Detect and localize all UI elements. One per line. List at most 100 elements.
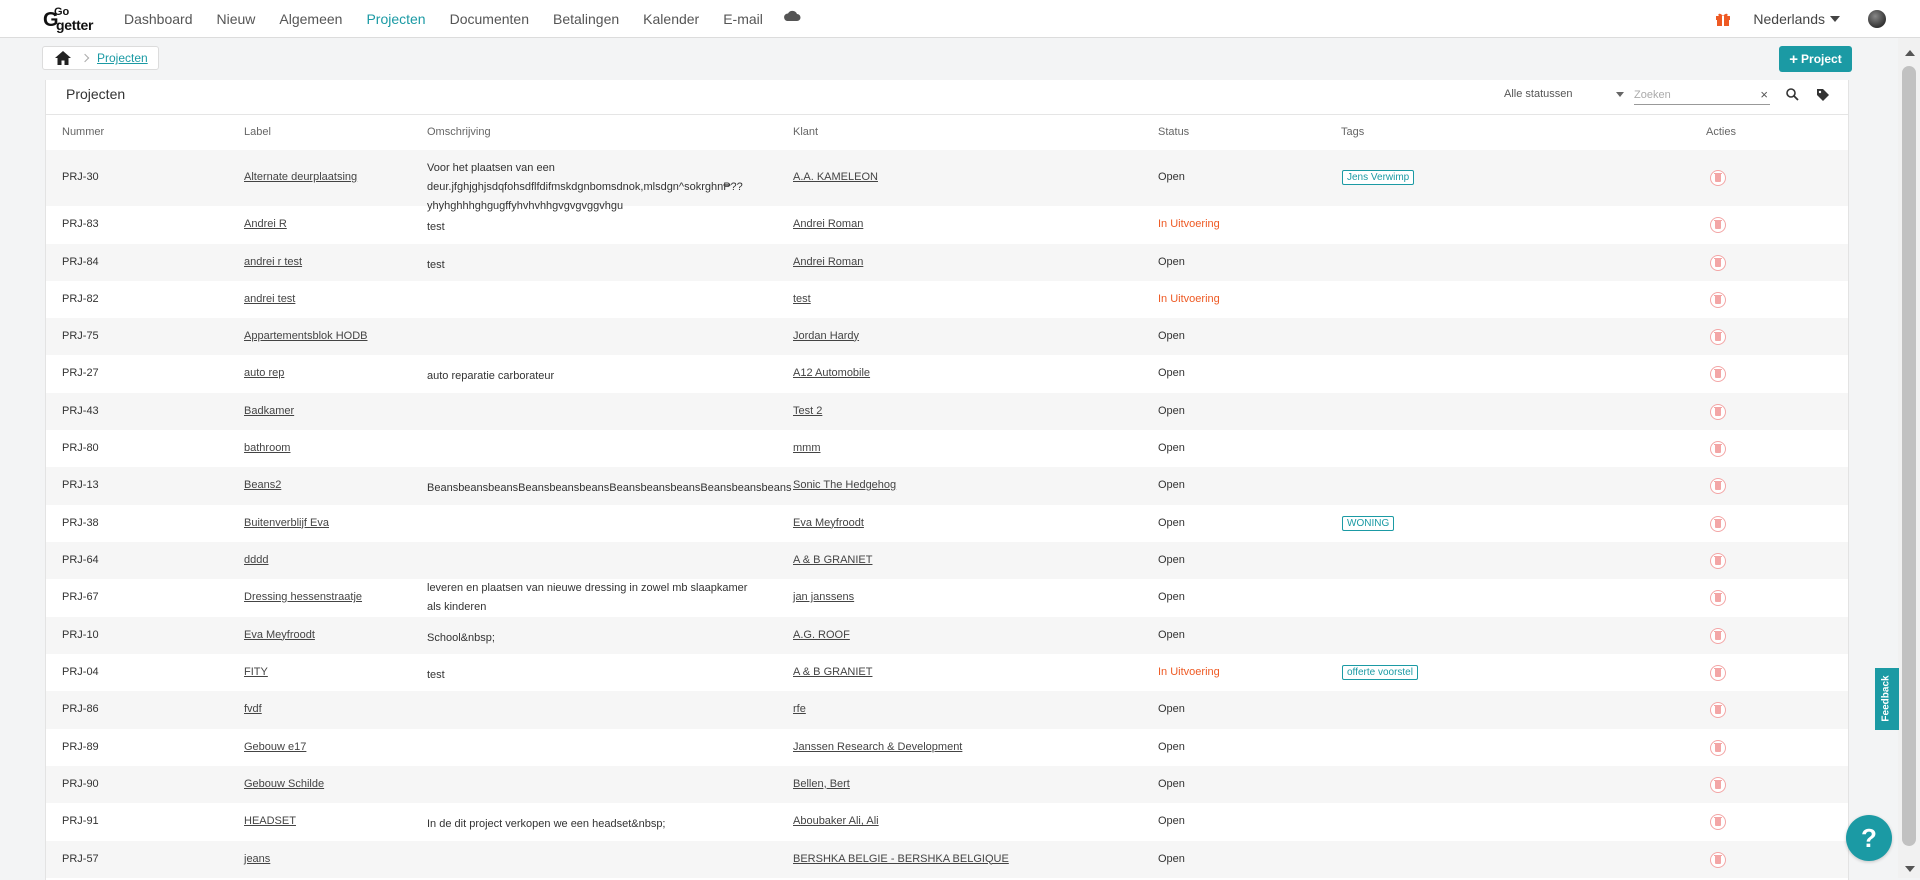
row-klant-link[interactable]: Andrei Roman bbox=[793, 218, 863, 230]
table-row[interactable]: PRJ-84 andrei r test test Andrei Roman Open bbox=[46, 244, 1848, 281]
row-klant-link[interactable]: A & B GRANIET bbox=[793, 666, 872, 678]
clear-search-icon[interactable]: × bbox=[1760, 87, 1768, 102]
row-klant-link[interactable]: Aboubaker Ali, Ali bbox=[793, 815, 879, 827]
row-klant-link[interactable]: A12 Automobile bbox=[793, 367, 870, 379]
delete-trash-icon[interactable] bbox=[1710, 664, 1726, 681]
table-row[interactable]: PRJ-86 fvdf rfe Open bbox=[46, 691, 1848, 729]
page-scrollbar[interactable] bbox=[1898, 38, 1920, 878]
row-klant-link[interactable]: Test 2 bbox=[793, 405, 822, 417]
breadcrumb-projecten[interactable]: Projecten bbox=[97, 51, 148, 65]
row-label-link[interactable]: bathroom bbox=[244, 442, 290, 454]
row-label-link[interactable]: Beans2 bbox=[244, 479, 281, 491]
add-project-button[interactable]: + Project bbox=[1779, 46, 1852, 72]
row-klant-link[interactable]: A & B GRANIET bbox=[793, 554, 872, 566]
row-klant-link[interactable]: Janssen Research & Development bbox=[793, 741, 962, 753]
row-klant-link[interactable]: Eva Meyfroodt bbox=[793, 517, 864, 529]
row-label-link[interactable]: Gebouw e17 bbox=[244, 741, 306, 753]
delete-trash-icon[interactable] bbox=[1710, 328, 1726, 345]
table-row[interactable]: PRJ-82 andrei test test In Uitvoering bbox=[46, 281, 1848, 318]
row-label-link[interactable]: Andrei R bbox=[244, 218, 287, 230]
row-klant-link[interactable]: jan janssens bbox=[793, 591, 854, 603]
row-klant-link[interactable]: test bbox=[793, 293, 811, 305]
col-omschrijving[interactable]: Omschrijving bbox=[427, 126, 491, 138]
row-label-link[interactable]: Buitenverblijf Eva bbox=[244, 517, 329, 529]
col-status[interactable]: Status bbox=[1158, 126, 1189, 138]
table-row[interactable]: PRJ-30 Alternate deurplaatsing Voor het pl… bbox=[46, 150, 1848, 212]
row-klant-link[interactable]: Sonic The Hedgehog bbox=[793, 479, 896, 491]
nav-algemeen[interactable]: Algemeen bbox=[279, 11, 342, 27]
nav-betalingen[interactable]: Betalingen bbox=[553, 11, 619, 27]
scroll-down-icon[interactable] bbox=[1905, 866, 1915, 872]
table-row[interactable]: PRJ-57 jeans BERSHKA BELGIE - BERSHKA BELG… bbox=[46, 841, 1848, 878]
table-row[interactable]: PRJ-83 Andrei R test Andrei Roman In Uitvoer… bbox=[46, 206, 1848, 244]
help-button[interactable]: ? bbox=[1846, 815, 1892, 861]
row-label-link[interactable]: Alternate deurplaatsing bbox=[244, 171, 357, 183]
row-klant-link[interactable]: Bellen, Bert bbox=[793, 778, 850, 790]
language-selector[interactable]: Nederlands bbox=[1753, 11, 1840, 27]
nav-documenten[interactable]: Documenten bbox=[450, 11, 529, 27]
nav-dashboard[interactable]: Dashboard bbox=[124, 11, 193, 27]
table-row[interactable]: PRJ-04 FITY test A & B GRANIET In Uitvoering… bbox=[46, 654, 1848, 691]
row-label-link[interactable]: Appartementsblok HODB bbox=[244, 330, 368, 342]
scrollbar-thumb[interactable] bbox=[1902, 66, 1916, 846]
table-row[interactable]: PRJ-64 dddd A & B GRANIET Open bbox=[46, 542, 1848, 579]
nav-nieuw[interactable]: Nieuw bbox=[217, 11, 256, 27]
status-filter-select[interactable]: Alle statussen bbox=[1504, 88, 1624, 100]
row-label-link[interactable]: Badkamer bbox=[244, 405, 294, 417]
nav-projecten[interactable]: Projecten bbox=[366, 11, 425, 27]
tag-icon[interactable] bbox=[1816, 88, 1830, 102]
row-klant-link[interactable]: BERSHKA BELGIE - BERSHKA BELGIQUE bbox=[793, 853, 1009, 865]
row-label-link[interactable]: jeans bbox=[244, 853, 270, 865]
home-icon[interactable] bbox=[55, 51, 71, 65]
row-label-link[interactable]: auto rep bbox=[244, 367, 284, 379]
scroll-up-icon[interactable] bbox=[1905, 50, 1915, 56]
delete-trash-icon[interactable] bbox=[1710, 515, 1726, 532]
row-label-link[interactable]: Dressing hessenstraatje bbox=[244, 591, 362, 603]
table-row[interactable]: PRJ-13 Beans2 BeansbeansbeansBeansbeansbea… bbox=[46, 467, 1848, 505]
nav-email[interactable]: E-mail bbox=[723, 11, 763, 27]
col-klant[interactable]: Klant bbox=[793, 126, 818, 138]
col-label[interactable]: Label bbox=[244, 126, 271, 138]
row-label-link[interactable]: Gebouw Schilde bbox=[244, 778, 324, 790]
delete-trash-icon[interactable] bbox=[1710, 478, 1726, 494]
tag-badge[interactable]: Jens Verwimp bbox=[1342, 170, 1415, 185]
delete-trash-icon[interactable] bbox=[1710, 590, 1726, 606]
delete-trash-icon[interactable] bbox=[1710, 403, 1726, 420]
row-label-link[interactable]: dddd bbox=[244, 554, 268, 566]
table-row[interactable]: PRJ-91 HEADSET In de dit project verkopen … bbox=[46, 803, 1848, 841]
user-avatar[interactable] bbox=[1868, 10, 1886, 28]
table-row[interactable]: PRJ-10 Eva Meyfroodt School&nbsp; A.G. ROOF… bbox=[46, 617, 1848, 654]
row-label-link[interactable]: FITY bbox=[244, 666, 268, 678]
search-input[interactable] bbox=[1634, 87, 1744, 103]
delete-trash-icon[interactable] bbox=[1710, 739, 1726, 756]
delete-trash-icon[interactable] bbox=[1710, 366, 1726, 382]
row-klant-link[interactable]: A.G. ROOF bbox=[793, 629, 850, 641]
table-row[interactable]: PRJ-27 auto rep auto reparatie carborateur… bbox=[46, 355, 1848, 393]
nav-kalender[interactable]: Kalender bbox=[643, 11, 699, 27]
col-tags[interactable]: Tags bbox=[1341, 126, 1364, 138]
delete-trash-icon[interactable] bbox=[1710, 702, 1726, 718]
row-label-link[interactable]: HEADSET bbox=[244, 815, 296, 827]
delete-trash-icon[interactable] bbox=[1710, 170, 1726, 186]
delete-trash-icon[interactable] bbox=[1710, 627, 1726, 644]
search-icon[interactable] bbox=[1786, 88, 1799, 101]
delete-trash-icon[interactable] bbox=[1710, 814, 1726, 830]
table-row[interactable]: PRJ-80 bathroom mmm Open bbox=[46, 430, 1848, 467]
row-klant-link[interactable]: A.A. KAMELEON bbox=[793, 171, 878, 183]
row-label-link[interactable]: Eva Meyfroodt bbox=[244, 629, 315, 641]
row-klant-link[interactable]: Andrei Roman bbox=[793, 256, 863, 268]
table-row[interactable]: PRJ-75 Appartementsblok HODB Jordan Hardy O… bbox=[46, 318, 1848, 355]
col-nummer[interactable]: Nummer bbox=[62, 126, 104, 138]
row-klant-link[interactable]: mmm bbox=[793, 442, 821, 454]
tag-badge[interactable]: offerte voorstel bbox=[1342, 664, 1418, 680]
row-klant-link[interactable]: rfe bbox=[793, 703, 806, 715]
delete-trash-icon[interactable] bbox=[1710, 552, 1726, 569]
gogetter-logo[interactable]: G Go getter bbox=[43, 6, 101, 33]
cloud-icon[interactable] bbox=[783, 10, 801, 22]
table-row[interactable]: PRJ-67 Dressing hessenstraatje leveren en … bbox=[46, 579, 1848, 617]
gift-icon[interactable] bbox=[1715, 11, 1731, 27]
table-row[interactable]: PRJ-43 Badkamer Test 2 Open bbox=[46, 393, 1848, 430]
table-row[interactable]: PRJ-90 Gebouw Schilde Bellen, Bert Open bbox=[46, 766, 1848, 803]
delete-trash-icon[interactable] bbox=[1710, 851, 1726, 868]
delete-trash-icon[interactable] bbox=[1710, 217, 1726, 233]
